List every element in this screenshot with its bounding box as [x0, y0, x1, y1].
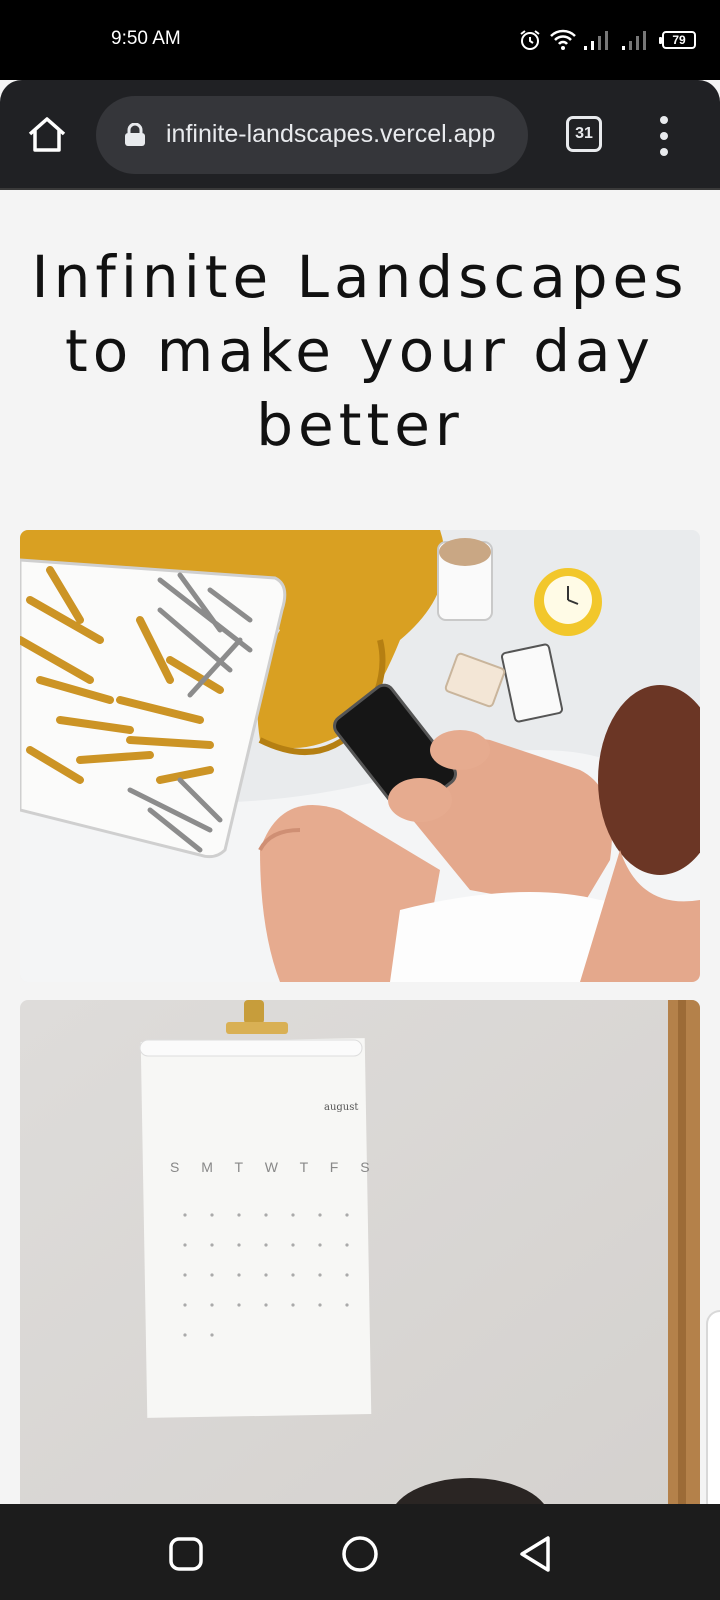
tab-count: 31	[575, 125, 593, 142]
status-time: 9:50 AM	[111, 28, 181, 49]
battery-icon: 79	[659, 31, 696, 49]
tabs-icon[interactable]: 31	[566, 116, 602, 152]
url-bar[interactable]: infinite-landscapes.vercel.app	[96, 96, 528, 174]
battery-level: 79	[672, 33, 686, 47]
page-content: Infinite Landscapes to make your day bet…	[0, 190, 720, 1504]
status-bar: 9:50 AM 79	[0, 0, 720, 80]
alarm-icon	[520, 30, 540, 50]
recents-icon[interactable]	[166, 1534, 206, 1574]
navigation-bar	[0, 1504, 720, 1600]
signal-icon-2	[622, 31, 646, 50]
edge-panel-handle[interactable]	[706, 1310, 720, 1504]
back-icon[interactable]	[516, 1534, 556, 1574]
home-circle-icon[interactable]	[340, 1534, 380, 1574]
wifi-icon	[550, 29, 576, 50]
signal-icon	[584, 31, 608, 50]
status-icons: 79	[518, 26, 696, 54]
browser-toolbar: infinite-landscapes.vercel.app 31	[0, 80, 720, 190]
page-title: Infinite Landscapes to make your day bet…	[31, 243, 689, 459]
overflow-menu-icon[interactable]	[652, 116, 676, 156]
lock-icon	[125, 123, 145, 146]
bedroom-phone-photo	[20, 530, 700, 982]
wall-calendar-photo: august S M T W T F S	[20, 1000, 700, 1504]
url-text: infinite-landscapes.vercel.app	[166, 120, 496, 148]
svg-text:august: august	[324, 1102, 358, 1113]
home-icon[interactable]	[26, 114, 68, 156]
calendar-weekdays: S M T W T F S	[170, 1159, 379, 1175]
